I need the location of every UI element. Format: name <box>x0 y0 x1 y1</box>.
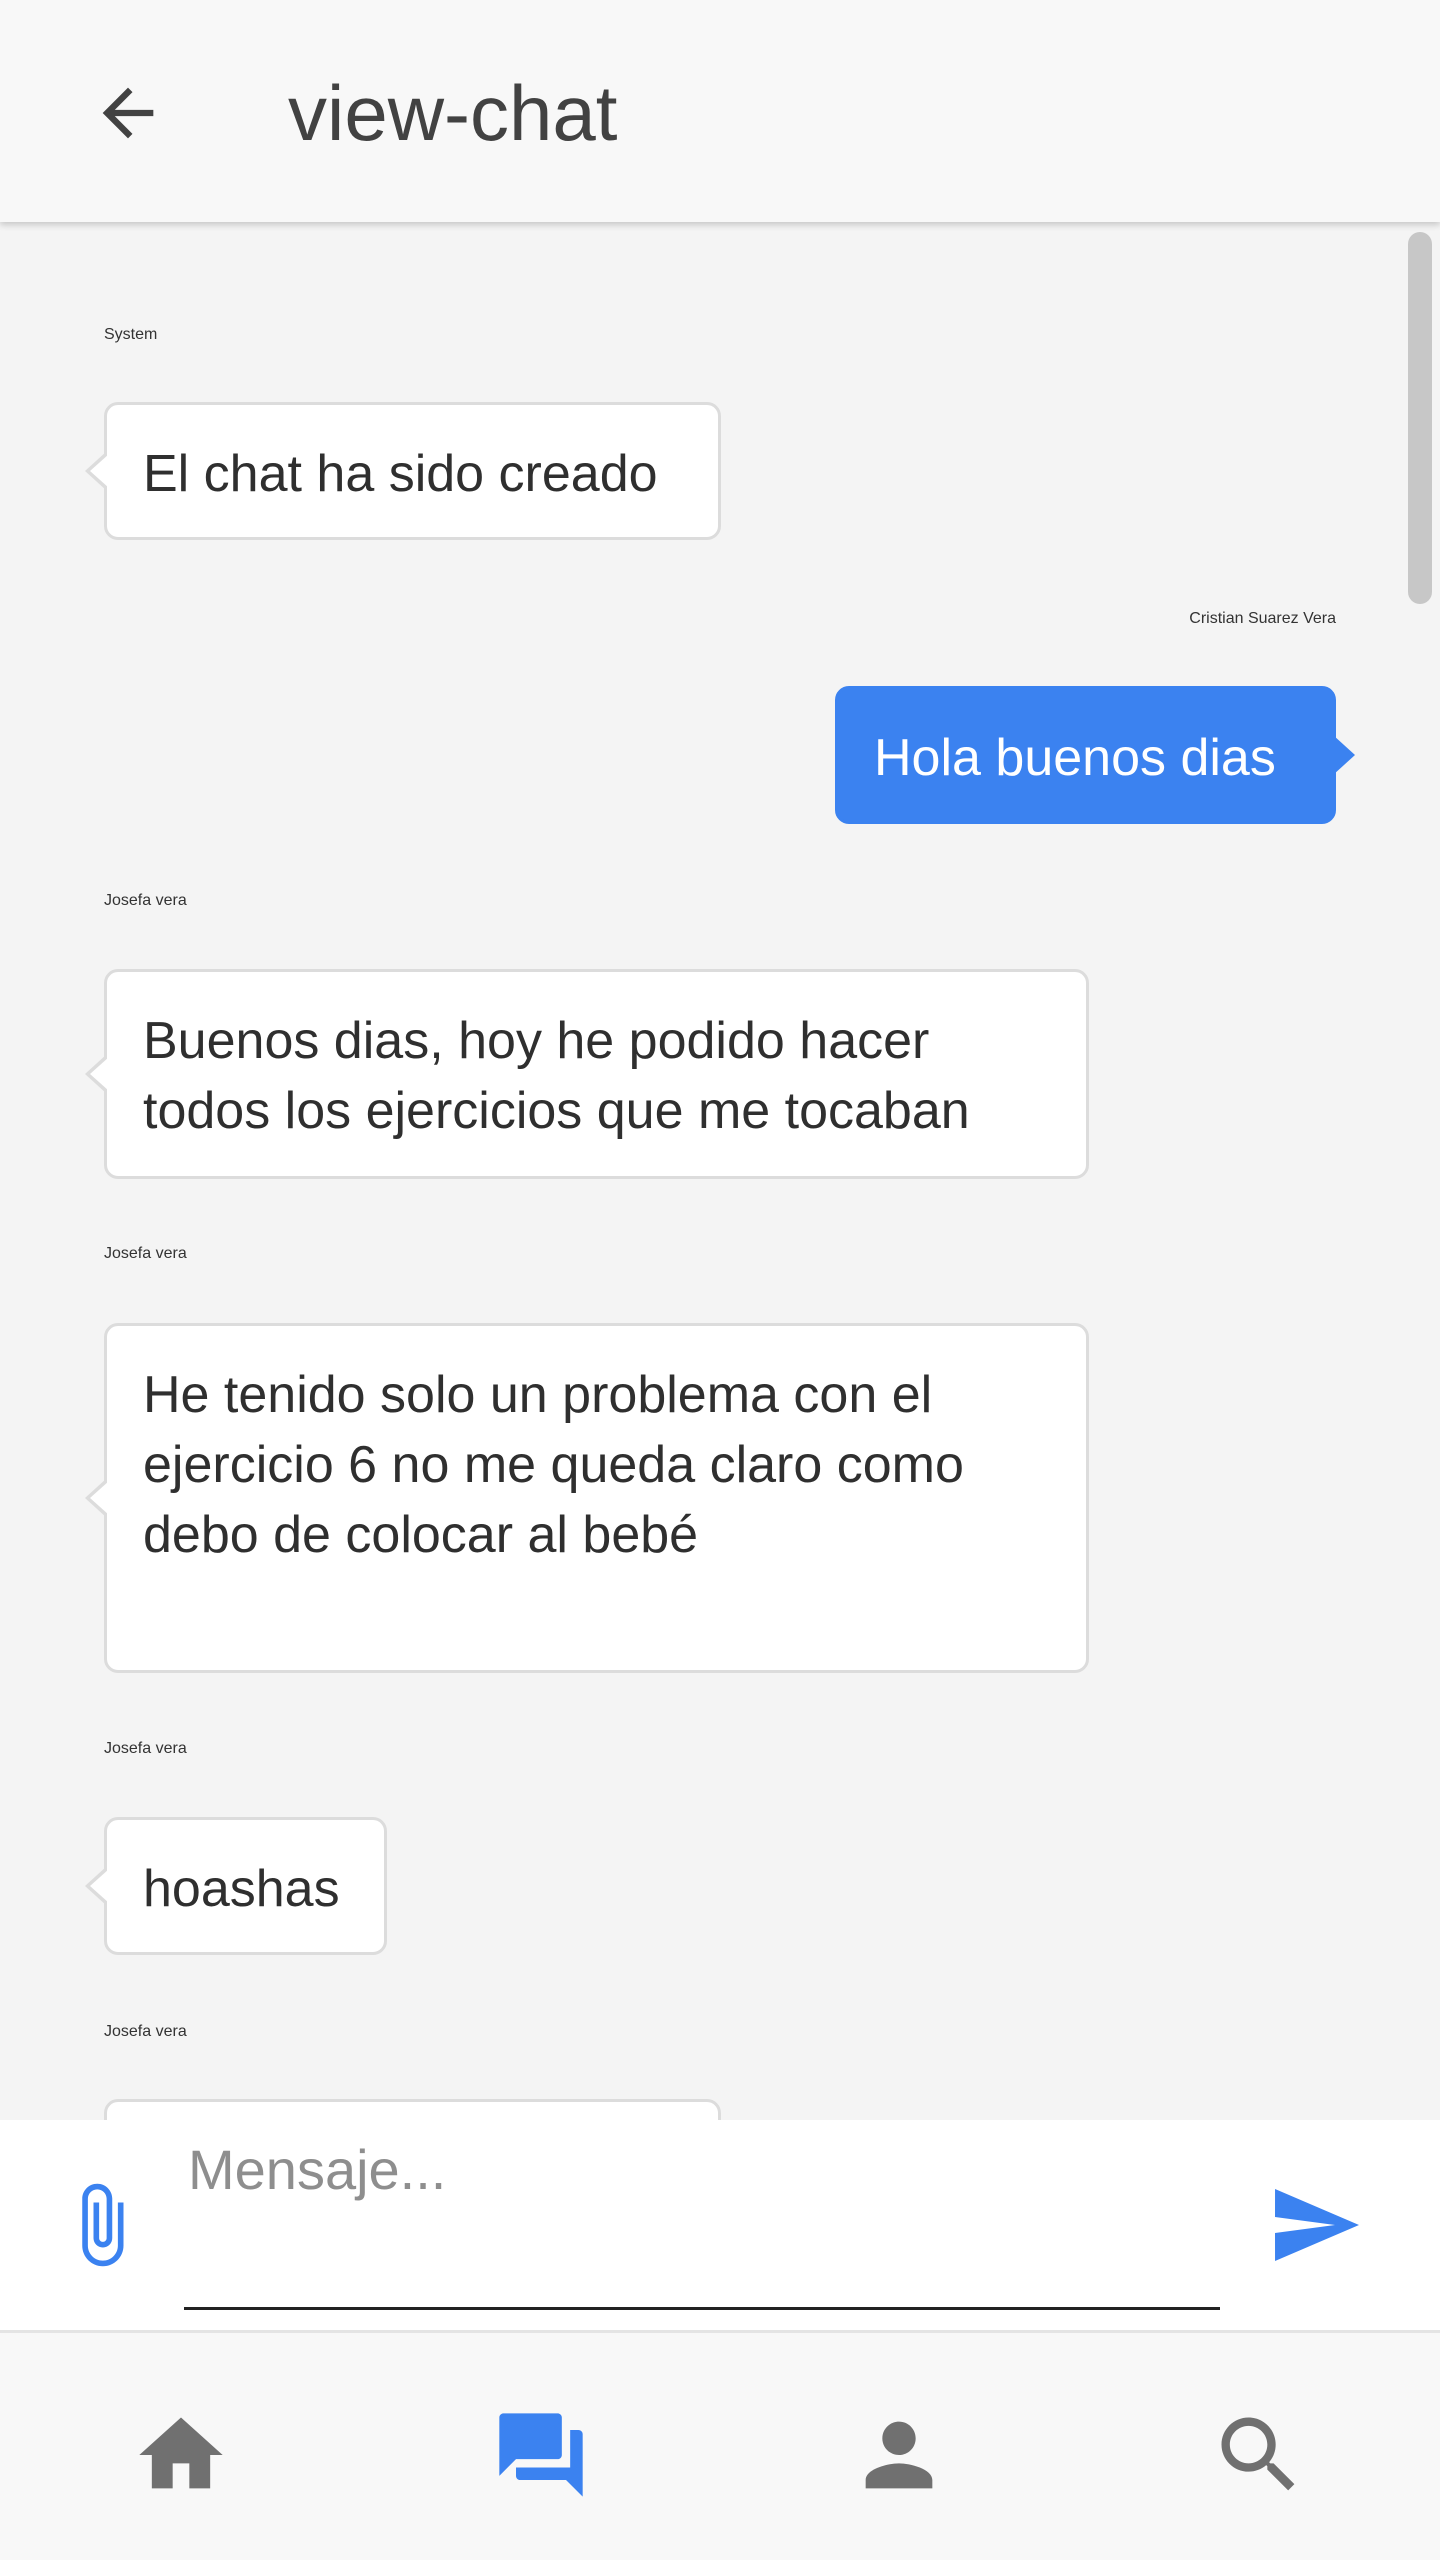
tab-home[interactable] <box>126 2400 236 2510</box>
send-button[interactable] <box>1265 2175 1365 2275</box>
message-sender: Josefa vera <box>104 2023 187 2040</box>
send-icon <box>1275 2189 1359 2261</box>
page-title: view-chat <box>288 69 618 157</box>
message-sender: Josefa vera <box>104 892 187 909</box>
message-bubble-outgoing[interactable]: Hola buenos dias <box>835 686 1355 824</box>
message-bubble-incoming[interactable]: hoashas <box>85 1817 387 1955</box>
message-bubble-incoming[interactable]: El chat ha sido creado <box>85 402 721 540</box>
message-text: hoashas <box>143 1860 340 1918</box>
message-sender: Josefa vera <box>104 1245 187 1262</box>
paperclip-icon <box>82 2183 124 2267</box>
message-bubble-incoming[interactable] <box>104 2099 721 2120</box>
chat-scrollbar[interactable] <box>1408 232 1432 604</box>
arrow-back-icon <box>102 87 154 139</box>
message-text: He tenido solo un problema con el ejerci… <box>143 1366 964 1564</box>
message-text: El chat ha sido creado <box>143 445 658 503</box>
message-bubble-incoming[interactable]: Buenos dias, hoy he podido hacer todos l… <box>85 969 1089 1179</box>
chat-icon <box>499 2413 583 2497</box>
message-text: Buenos dias, hoy he podido hacer todos l… <box>143 1012 970 1140</box>
person-icon <box>865 2421 933 2489</box>
message-sender: System <box>104 326 158 343</box>
tab-chats[interactable] <box>486 2400 596 2510</box>
tab-profile[interactable] <box>844 2400 954 2510</box>
tab-search[interactable] <box>1204 2400 1314 2510</box>
message-input[interactable] <box>184 2130 1220 2310</box>
home-icon <box>139 2417 223 2489</box>
message-sender: Josefa vera <box>104 1740 187 1757</box>
chat-messages-list[interactable]: System El chat ha sido creado Cristian S… <box>0 222 1440 2120</box>
back-button[interactable] <box>78 63 178 163</box>
attach-button[interactable] <box>56 2170 146 2280</box>
message-text: Hola buenos dias <box>874 729 1276 787</box>
message-bubble-incoming[interactable]: He tenido solo un problema con el ejerci… <box>85 1323 1089 1673</box>
search-icon <box>1221 2417 1295 2491</box>
app-header: view-chat <box>0 0 1440 222</box>
message-sender: Cristian Suarez Vera <box>1189 610 1336 627</box>
